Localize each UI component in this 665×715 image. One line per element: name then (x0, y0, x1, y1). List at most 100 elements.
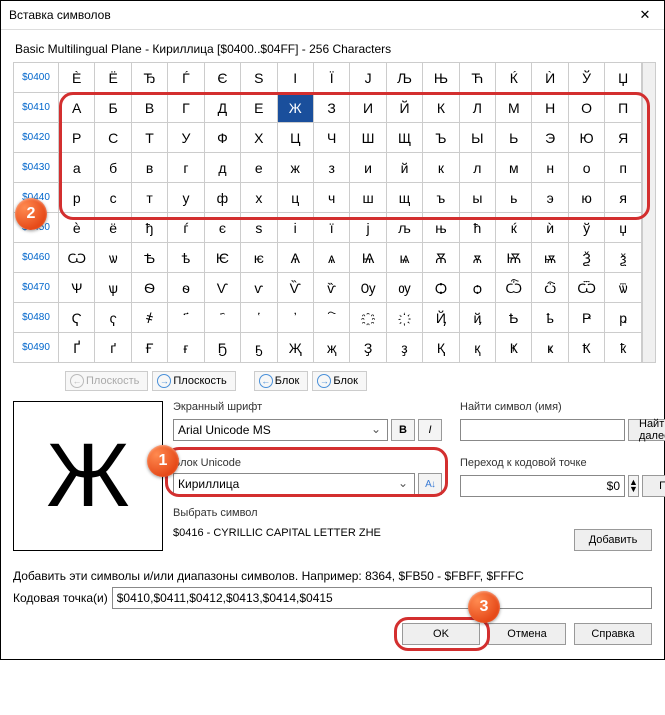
char-cell[interactable]: Њ (423, 63, 459, 93)
char-cell[interactable]: Ҟ (568, 333, 604, 363)
char-cell[interactable]: Ѓ (168, 63, 204, 93)
char-cell[interactable]: ҕ (241, 333, 277, 363)
char-cell[interactable]: З (313, 93, 349, 123)
char-cell[interactable]: ҆ (277, 303, 313, 333)
ok-button[interactable]: OK (402, 623, 480, 645)
char-cell[interactable]: ф (204, 183, 240, 213)
char-cell[interactable]: й (386, 153, 422, 183)
char-cell[interactable]: ҄ (204, 303, 240, 333)
char-cell[interactable]: ѓ (168, 213, 204, 243)
char-cell[interactable]: Џ (605, 63, 642, 93)
char-cell[interactable]: і (277, 213, 313, 243)
char-cell[interactable]: Ҏ (568, 303, 604, 333)
char-cell[interactable]: Ѭ (496, 243, 532, 273)
find-next-button[interactable]: Найти далее (628, 419, 665, 441)
char-cell[interactable]: м (496, 153, 532, 183)
char-cell[interactable]: ѻ (459, 273, 495, 303)
char-cell[interactable]: Ѿ (568, 273, 604, 303)
char-cell[interactable]: Ѹ (350, 273, 386, 303)
char-cell[interactable]: Ҍ (496, 303, 532, 333)
bold-button[interactable]: B (391, 419, 415, 441)
char-cell[interactable]: ѳ (168, 273, 204, 303)
char-cell[interactable]: я (605, 183, 642, 213)
char-cell[interactable]: ѥ (241, 243, 277, 273)
char-cell[interactable]: Ь (496, 123, 532, 153)
unicode-block-combo[interactable]: Кириллица (173, 473, 415, 495)
char-cell[interactable]: ѷ (313, 273, 349, 303)
char-cell[interactable]: Қ (423, 333, 459, 363)
char-cell[interactable]: ђ (131, 213, 167, 243)
codepoints-input[interactable] (112, 587, 652, 609)
char-cell[interactable]: С (95, 123, 131, 153)
char-cell[interactable]: Ѳ (131, 273, 167, 303)
char-cell[interactable]: ҙ (386, 333, 422, 363)
char-cell[interactable]: ѕ (241, 213, 277, 243)
char-cell[interactable]: Е (241, 93, 277, 123)
char-cell[interactable]: ҍ (532, 303, 568, 333)
char-cell[interactable]: х (241, 183, 277, 213)
char-cell[interactable]: є (204, 213, 240, 243)
char-cell[interactable]: з (313, 153, 349, 183)
char-cell[interactable]: Н (532, 93, 568, 123)
char-cell[interactable]: Ў (568, 63, 604, 93)
char-cell[interactable]: җ (313, 333, 349, 363)
font-combo[interactable]: Arial Unicode MS (173, 419, 388, 441)
char-cell[interactable]: ҟ (605, 333, 642, 363)
char-cell[interactable]: Ѧ (277, 243, 313, 273)
char-cell[interactable]: Ҕ (204, 333, 240, 363)
char-cell[interactable]: ќ (496, 213, 532, 243)
close-icon[interactable]: ✕ (634, 7, 656, 23)
char-cell[interactable]: џ (605, 213, 642, 243)
char-cell[interactable]: ѫ (459, 243, 495, 273)
char-cell[interactable]: Ъ (423, 123, 459, 153)
char-cell[interactable]: А (59, 93, 95, 123)
char-cell[interactable]: ҂ (131, 303, 167, 333)
goto-button[interactable]: Переход (642, 475, 665, 497)
goto-spinner[interactable]: ▲▼ (628, 475, 639, 497)
char-cell[interactable]: Ѝ (532, 63, 568, 93)
char-cell[interactable]: ҝ (532, 333, 568, 363)
char-cell[interactable]: ж (277, 153, 313, 183)
char-cell[interactable]: и (350, 153, 386, 183)
char-cell[interactable]: Ы (459, 123, 495, 153)
char-cell[interactable]: Э (532, 123, 568, 153)
char-cell[interactable]: ю (568, 183, 604, 213)
char-cell[interactable]: Ј (350, 63, 386, 93)
char-cell[interactable]: ѡ (95, 243, 131, 273)
char-cell[interactable]: Ѐ (59, 63, 95, 93)
char-cell[interactable]: ѽ (532, 273, 568, 303)
char-cell[interactable]: љ (386, 213, 422, 243)
char-cell[interactable]: т (131, 183, 167, 213)
char-cell[interactable]: ҏ (605, 303, 642, 333)
char-cell[interactable]: щ (386, 183, 422, 213)
char-cell[interactable]: ҃ (168, 303, 204, 333)
char-cell[interactable]: Ѷ (277, 273, 313, 303)
char-cell[interactable]: ь (496, 183, 532, 213)
char-cell[interactable]: Ѣ (131, 243, 167, 273)
char-cell[interactable]: Ї (313, 63, 349, 93)
char-cell[interactable]: ш (350, 183, 386, 213)
italic-button[interactable]: I (418, 419, 442, 441)
char-cell[interactable]: Ф (204, 123, 240, 153)
char-cell[interactable]: К (423, 93, 459, 123)
char-cell[interactable]: ѱ (95, 273, 131, 303)
char-cell[interactable]: И (350, 93, 386, 123)
char-cell[interactable]: ҈ (350, 303, 386, 333)
char-cell[interactable]: Х (241, 123, 277, 153)
char-cell[interactable]: ъ (423, 183, 459, 213)
block-prev-button[interactable]: ←Блок (254, 371, 309, 391)
char-cell[interactable]: Ќ (496, 63, 532, 93)
char-cell[interactable]: ҅ (241, 303, 277, 333)
char-cell[interactable]: ѿ (605, 273, 642, 303)
char-cell[interactable]: ц (277, 183, 313, 213)
char-cell[interactable]: М (496, 93, 532, 123)
char-cell[interactable]: Й (386, 93, 422, 123)
char-cell[interactable]: Ғ (131, 333, 167, 363)
char-cell[interactable]: Ю (568, 123, 604, 153)
char-cell[interactable]: ѐ (59, 213, 95, 243)
char-cell[interactable]: ҇ (313, 303, 349, 333)
char-cell[interactable]: Ҋ (423, 303, 459, 333)
char-cell[interactable]: у (168, 183, 204, 213)
char-cell[interactable]: ґ (95, 333, 131, 363)
goto-input[interactable] (460, 475, 625, 497)
